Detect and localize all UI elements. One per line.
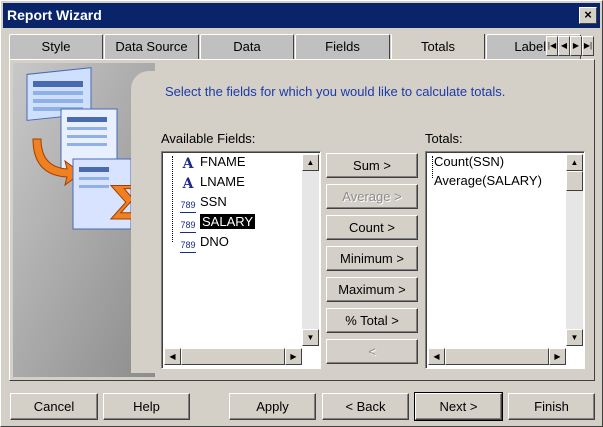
percent-total-button[interactable]: % Total > xyxy=(326,308,418,333)
totals-panel: Σ Select the fields for which you would … xyxy=(9,59,595,381)
totals-vertical-scrollbar[interactable]: ▲ ▼ xyxy=(566,154,583,346)
available-fields-list[interactable]: A FNAME A LNAME 789 SSN 789 SALARY 789 DNO ▲ … xyxy=(161,151,321,369)
scroll-down-icon[interactable]: ▼ xyxy=(566,329,583,346)
totals-item-count-ssn[interactable]: Count(SSN) xyxy=(434,152,504,171)
sum-button[interactable]: Sum > xyxy=(326,153,418,178)
scroll-down-icon[interactable]: ▼ xyxy=(302,329,319,346)
count-button[interactable]: Count > xyxy=(326,215,418,240)
instruction-text: Select the fields for which you would li… xyxy=(165,84,506,99)
available-vertical-scrollbar[interactable]: ▲ ▼ xyxy=(302,154,319,346)
scroll-left-icon[interactable]: ◀ xyxy=(164,348,181,365)
scroll-thumb[interactable] xyxy=(181,348,285,365)
report-wizard-window: Report Wizard × Style Data Source Data F… xyxy=(0,0,603,427)
minimum-button[interactable]: Minimum > xyxy=(326,246,418,271)
scroll-up-icon[interactable]: ▲ xyxy=(302,154,319,171)
scroll-right-icon[interactable]: ▶ xyxy=(285,348,302,365)
scroll-right-icon[interactable]: ▶ xyxy=(549,348,566,365)
tab-totals[interactable]: Totals xyxy=(391,34,485,60)
text-field-icon: A xyxy=(182,156,194,172)
totals-horizontal-scrollbar[interactable]: ◀ ▶ xyxy=(428,348,566,365)
help-button[interactable]: Help xyxy=(103,393,190,420)
number-field-icon: 789 xyxy=(180,240,196,253)
scroll-thumb[interactable] xyxy=(566,171,583,191)
apply-button[interactable]: Apply xyxy=(229,393,316,420)
totals-list[interactable]: Count(SSN) Average(SALARY) ▲ ▼ ◀ ▶ xyxy=(425,151,585,369)
cancel-button[interactable]: Cancel xyxy=(10,393,98,420)
totals-item-average-salary[interactable]: Average(SALARY) xyxy=(434,171,542,190)
list-item-dno[interactable]: 789 DNO xyxy=(180,232,229,253)
totals-label: Totals: xyxy=(425,131,463,146)
maximum-button[interactable]: Maximum > xyxy=(326,277,418,302)
tab-scroll-last-icon[interactable]: ▶| xyxy=(582,36,594,56)
scroll-left-icon[interactable]: ◀ xyxy=(428,348,445,365)
tab-data-source[interactable]: Data Source xyxy=(104,34,199,60)
tab-scroll-first-icon[interactable]: |◀ xyxy=(546,36,558,56)
list-item-lname[interactable]: A LNAME xyxy=(180,172,245,191)
tab-style[interactable]: Style xyxy=(9,34,103,60)
tab-fields[interactable]: Fields xyxy=(295,34,390,60)
scroll-thumb[interactable] xyxy=(445,348,549,365)
finish-button[interactable]: Finish xyxy=(508,393,595,420)
list-item-fname[interactable]: A FNAME xyxy=(180,152,246,171)
window-title: Report Wizard xyxy=(7,7,102,23)
list-item-ssn[interactable]: 789 SSN xyxy=(180,192,227,213)
tab-scroll-next-icon[interactable]: ▶ xyxy=(570,36,582,56)
close-button[interactable]: × xyxy=(579,7,597,24)
back-button[interactable]: < Back xyxy=(322,393,409,420)
text-field-icon: A xyxy=(182,176,194,192)
remove-button[interactable]: < xyxy=(326,339,418,364)
scroll-up-icon[interactable]: ▲ xyxy=(566,154,583,171)
list-item-salary[interactable]: 789 SALARY xyxy=(180,212,256,233)
tab-data[interactable]: Data xyxy=(200,34,294,60)
title-bar: Report Wizard × xyxy=(3,3,600,28)
available-horizontal-scrollbar[interactable]: ◀ ▶ xyxy=(164,348,302,365)
available-fields-label: Available Fields: xyxy=(161,131,256,146)
next-button[interactable]: Next > xyxy=(414,392,503,421)
average-button[interactable]: Average > xyxy=(326,184,418,209)
tab-strip: Style Data Source Data Fields Totals Lab… xyxy=(9,34,595,60)
tab-scroll-prev-icon[interactable]: ◀ xyxy=(558,36,570,56)
